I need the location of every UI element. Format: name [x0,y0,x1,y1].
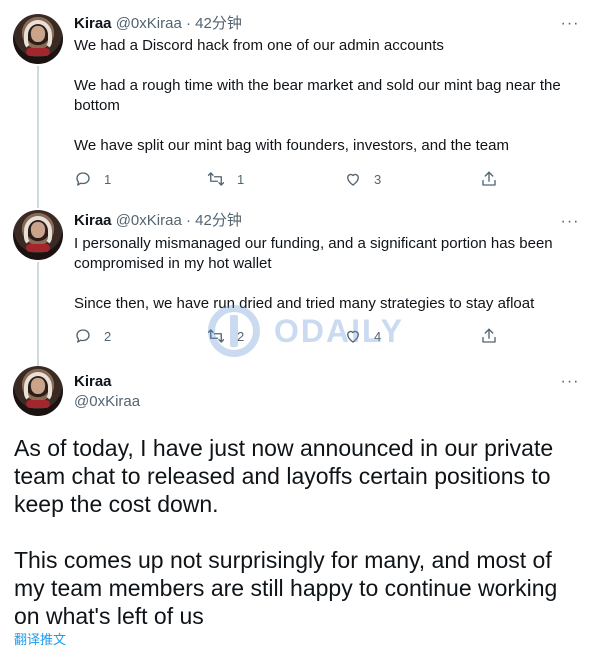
more-icon[interactable]: ··· [560,16,580,38]
like-count: 3 [374,171,382,187]
watermark-logo: ODAILY [208,305,402,357]
main-tweet-text: As of today, I have just now announced i… [14,434,584,630]
tweet-paragraph: I personally mismanaged our funding, and… [74,235,553,272]
retweet-count: 1 [237,171,245,187]
separator: · [185,15,191,32]
retweet-icon [207,172,225,186]
tweet-header: Kiraa @0xKiraa · 42分钟 [74,211,242,231]
tweet-paragraph: We had a rough time with the bear market… [74,77,561,114]
reply-button[interactable]: 2 [74,325,111,347]
handle[interactable]: @0xKiraa [74,392,140,412]
like-button[interactable]: 3 [344,168,381,190]
tweet-header: Kiraa @0xKiraa · 42分钟 [74,14,242,34]
share-button[interactable] [480,168,498,190]
tweet-paragraph: As of today, I have just now announced i… [14,435,554,517]
share-button[interactable] [480,325,498,347]
handle[interactable]: @0xKiraa [116,212,182,229]
tweet-text: I personally mismanaged our funding, and… [74,234,574,314]
more-icon[interactable]: ··· [560,214,580,236]
timestamp[interactable]: 42分钟 [195,15,242,32]
avatar[interactable] [13,210,63,260]
reply-button[interactable]: 1 [74,168,111,190]
display-name[interactable]: Kiraa [74,212,112,229]
tweet-paragraph: This comes up not surprisingly for many,… [14,547,558,629]
more-icon[interactable]: ··· [560,374,580,396]
reply-count: 1 [104,171,112,187]
handle[interactable]: @0xKiraa [116,15,182,32]
action-bar: 1 1 3 [74,168,504,190]
share-icon [482,171,496,186]
tweet-text: We had a Discord hack from one of our ad… [74,36,574,156]
tweet[interactable]: Kiraa @0xKiraa · 42分钟 ··· We had a Disco… [0,0,598,200]
translate-tweet-link[interactable]: 翻译推文 [14,632,66,648]
share-icon [482,328,496,343]
display-name[interactable]: Kiraa [74,372,112,392]
avatar[interactable] [13,14,63,64]
separator: · [185,212,191,229]
tweet-paragraph: We had a Discord hack from one of our ad… [74,37,444,54]
watermark-text: ODAILY [274,313,404,349]
retweet-button[interactable]: 1 [207,168,244,190]
timestamp[interactable]: 42分钟 [195,212,242,229]
heart-icon [347,173,359,186]
reply-icon [76,172,90,186]
avatar[interactable] [13,366,63,416]
display-name[interactable]: Kiraa [74,15,112,32]
reply-count: 2 [104,328,112,344]
reply-icon [76,329,90,343]
tweet-paragraph: We have split our mint bag with founders… [74,137,509,154]
